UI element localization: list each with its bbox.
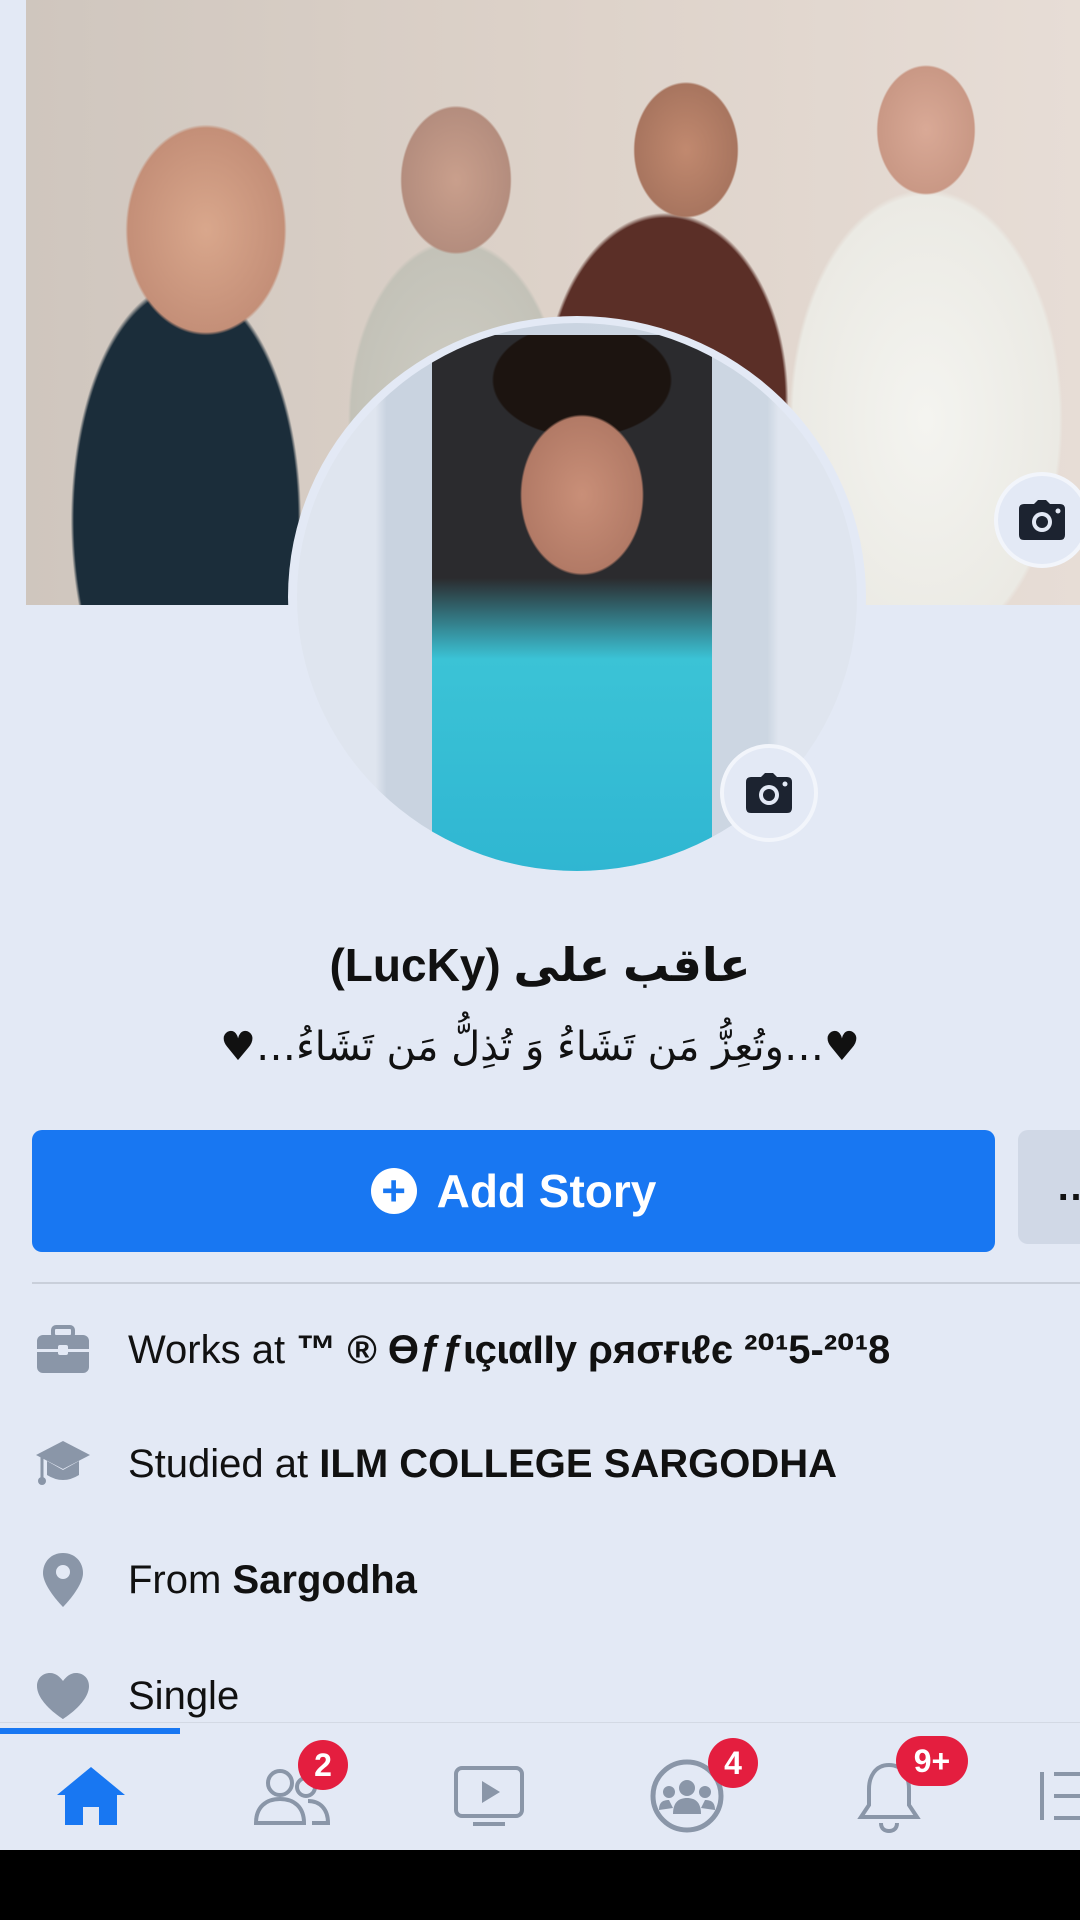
- work-value: ™ ® ƟƒƒɩçɩαƖƖy ρяσғɩℓє ²⁰¹5-²⁰¹8: [296, 1328, 891, 1372]
- work-prefix: Works at: [128, 1328, 286, 1372]
- plus-circle-icon: +: [370, 1168, 417, 1214]
- relationship-value: Single: [128, 1673, 240, 1718]
- edit-profile-picture-button[interactable]: [720, 744, 818, 842]
- tab-menu[interactable]: [1040, 1746, 1080, 1846]
- profile-name: (LucKy) عاقب علی: [329, 939, 751, 991]
- groups-badge: 4: [708, 1738, 758, 1788]
- more-options-button[interactable]: …: [1018, 1130, 1080, 1244]
- tab-watch[interactable]: [434, 1746, 544, 1846]
- info-work[interactable]: Works at ™ ® ƟƒƒɩçɩαƖƖy ρяσғɩℓє ²⁰¹5-²⁰¹…: [0, 1310, 1080, 1390]
- video-icon: [454, 1766, 524, 1826]
- edit-cover-photo-button[interactable]: [994, 472, 1080, 568]
- camera-icon: [746, 773, 792, 813]
- friends-badge: 2: [298, 1740, 348, 1790]
- graduation-cap-icon: [34, 1435, 92, 1493]
- tab-home[interactable]: [36, 1746, 146, 1846]
- heart-icon: [34, 1667, 92, 1725]
- info-education[interactable]: Studied at ILM COLLEGE SARGODHA: [0, 1424, 1080, 1504]
- study-prefix: Studied at: [128, 1441, 309, 1486]
- notifications-badge: 9+: [896, 1736, 968, 1786]
- profile-screen: (LucKy) عاقب علی ♥…وتُعِزُّ مَن تَشَاءُ …: [0, 0, 1080, 1850]
- active-tab-indicator: [0, 1728, 180, 1734]
- from-prefix: From: [128, 1557, 222, 1602]
- study-value: ILM COLLEGE SARGODHA: [319, 1441, 838, 1486]
- add-story-button[interactable]: + Add Story: [32, 1130, 995, 1252]
- camera-icon: [1019, 500, 1065, 540]
- menu-icon: [1040, 1772, 1080, 1820]
- avatar-photo: [432, 335, 712, 871]
- briefcase-icon: [34, 1321, 92, 1379]
- from-value: Sargodha: [232, 1557, 417, 1602]
- info-hometown[interactable]: From Sargodha: [0, 1540, 1080, 1620]
- home-icon: [57, 1767, 125, 1825]
- add-story-label: Add Story: [436, 1165, 657, 1217]
- location-pin-icon: [34, 1551, 92, 1609]
- divider: [32, 1282, 1080, 1284]
- profile-bio: ♥…وتُعِزُّ مَن تَشَاءُ وَ تُذِلُّ مَن تَ…: [220, 1024, 860, 1070]
